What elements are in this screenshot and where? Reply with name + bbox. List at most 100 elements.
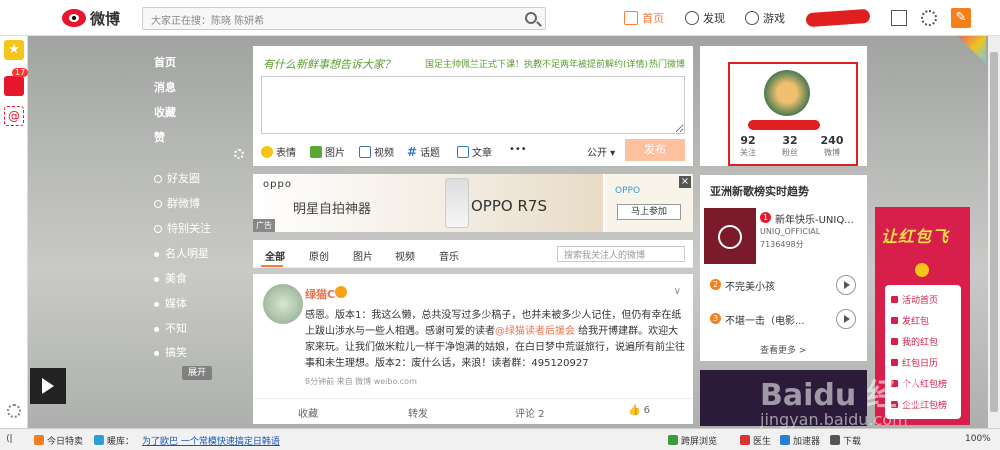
zoom-level[interactable]: 100%	[965, 434, 991, 444]
stat-fans[interactable]: 32 粉丝	[770, 134, 810, 158]
search-input[interactable]: 大家正在搜：陈晓 陈妍希	[142, 7, 546, 30]
search-icon[interactable]	[525, 12, 537, 24]
bullet-icon	[154, 301, 159, 307]
nav-discover[interactable]: 发现	[685, 9, 725, 27]
image-tool[interactable]: 图片	[310, 144, 345, 159]
leftnav-group-label: 搞笑	[165, 346, 187, 359]
repost-button[interactable]: 转发	[408, 405, 428, 420]
feed-search-placeholder: 搜索我关注人的微博	[564, 251, 646, 261]
rank-badge: 3	[710, 313, 721, 324]
hb-item-calendar[interactable]: 红包日历	[891, 356, 938, 369]
compose-edit-icon[interactable]: ✎	[951, 8, 971, 28]
ad-close-icon[interactable]: ×	[679, 176, 691, 188]
cube-icon	[94, 435, 104, 445]
stat-weibo[interactable]: 240 微博	[812, 134, 852, 158]
profile-name-redacted[interactable]	[748, 120, 820, 130]
tab-images[interactable]: 图片	[353, 248, 373, 263]
status-download[interactable]: 下载	[830, 434, 861, 447]
publish-textarea[interactable]	[261, 76, 685, 134]
status-label: 加速器	[793, 437, 821, 447]
leftnav-item-home[interactable]: 首页	[154, 54, 176, 70]
hot-news-link[interactable]: 国足主帅佩兰正式下课！执教不足两年被提前解约(详情)	[425, 57, 648, 70]
comment-button[interactable]: 评论 2	[515, 405, 545, 420]
weibo-app-icon[interactable]	[4, 76, 24, 96]
favorite-button[interactable]: 收藏	[298, 405, 318, 420]
album-cover-play-icon[interactable]	[704, 208, 756, 264]
post-menu-chevron-icon[interactable]: ∨	[674, 286, 681, 297]
leftnav-group-friends[interactable]: 好友圈	[154, 170, 200, 186]
status-tip: 暖库：	[94, 434, 134, 447]
favorites-star-icon[interactable]: ★	[4, 40, 24, 60]
nav-game[interactable]: 游戏	[745, 9, 785, 27]
tab-all[interactable]: 全部	[265, 248, 285, 263]
video-thumbnail[interactable]	[30, 368, 66, 404]
leftnav-item-favorites[interactable]: 收藏	[154, 104, 176, 120]
feed-tabs: 全部 原创 图片 视频 音乐 搜索我关注人的微博	[253, 240, 693, 268]
play-icon[interactable]	[836, 275, 856, 295]
hashtag-icon: #	[407, 144, 418, 159]
leftnav-group-media[interactable]: 媒体	[154, 295, 187, 311]
trend-song[interactable]: 不堪一击（电影...	[725, 312, 805, 327]
hb-item-mine[interactable]: 我的红包	[891, 335, 938, 348]
visibility-select[interactable]: 公开 ▾	[587, 144, 615, 159]
mention-at-icon[interactable]: @	[4, 106, 24, 126]
top-navigation-bar: 微博 大家正在搜：陈晓 陈妍希 首页 发现 游戏 ✎	[0, 0, 1000, 36]
leftnav-group-special[interactable]: 特别关注	[154, 220, 211, 236]
profile-avatar[interactable]	[764, 70, 810, 116]
leftnav-item-likes[interactable]: 赞	[154, 129, 165, 145]
left-navigation: 首页 消息 收藏 赞 好友圈 群微博 特别关注 名人明星 美食 媒体 不知 搞笑…	[142, 44, 252, 384]
status-doctor[interactable]: 医生	[740, 434, 771, 447]
trend-plays: 7136498分	[760, 240, 804, 249]
more-tools-button[interactable]: •••	[509, 144, 527, 155]
hb-item-home[interactable]: 活动首页	[891, 293, 938, 306]
trend-song[interactable]: 不完美小孩	[725, 278, 775, 293]
feed-search-input[interactable]: 搜索我关注人的微博	[557, 246, 685, 262]
leftnav-settings-icon[interactable]	[234, 149, 244, 159]
status-cross-screen[interactable]: 跨屏浏览	[668, 434, 717, 447]
trend-more-link[interactable]: 查看更多 >	[760, 343, 806, 356]
page-corner-skin-icon[interactable]	[958, 36, 986, 64]
leftnav-group-celebrity[interactable]: 名人明星	[154, 245, 209, 261]
post-mention-link[interactable]: @绿猫读者后援会	[495, 326, 575, 337]
hb-item-send[interactable]: 发红包	[891, 314, 929, 327]
oppo-ad-banner[interactable]: oppo 明星自拍神器 OPPO R7S 广告 OPPO 马上参加 ×	[253, 174, 693, 232]
settings-gear-icon[interactable]	[921, 10, 937, 26]
ad-creative[interactable]: oppo 明星自拍神器 OPPO R7S 广告	[253, 174, 603, 232]
status-promo-link[interactable]: 为了欧巴 一个常模快速搞定日韩语	[142, 434, 280, 447]
play-icon[interactable]	[836, 309, 856, 329]
leftnav-item-messages[interactable]: 消息	[154, 79, 176, 95]
topic-tool[interactable]: # 话题	[407, 144, 440, 160]
author-avatar[interactable]	[263, 284, 303, 324]
author-name[interactable]: 绿猫C	[305, 286, 335, 302]
leftnav-group-groups[interactable]: 群微博	[154, 195, 200, 211]
tab-music[interactable]: 音乐	[439, 248, 459, 263]
weibo-logo[interactable]: 微博	[62, 7, 152, 29]
leftnav-expand-button[interactable]: 展开	[182, 366, 212, 380]
ad-join-button[interactable]: 马上参加	[617, 204, 681, 220]
sidebar-toggle-icon[interactable]: ⟨|	[6, 434, 13, 444]
mail-icon[interactable]	[891, 10, 907, 26]
scrollbar-thumb[interactable]	[990, 52, 998, 412]
like-button[interactable]: 👍 6	[628, 405, 650, 416]
leftnav-group-funny[interactable]: 搞笑	[154, 344, 187, 360]
user-name-redacted[interactable]	[805, 8, 871, 28]
page-scrollbar[interactable]	[988, 36, 1000, 428]
video-tool[interactable]: 视频	[359, 144, 394, 159]
sidebar-settings-icon[interactable]	[7, 404, 21, 418]
leftnav-group-food[interactable]: 美食	[154, 270, 187, 286]
tab-original[interactable]: 原创	[309, 248, 329, 263]
hot-weibo-link[interactable]: 热门微博	[649, 57, 685, 70]
leftnav-group-unknown[interactable]: 不知	[154, 320, 187, 336]
stat-following[interactable]: 92 关注	[728, 134, 768, 158]
status-accelerator[interactable]: 加速器	[780, 434, 820, 447]
watermark-line1: Baidu 经验	[760, 378, 927, 413]
status-deals[interactable]: 今日特卖	[34, 434, 83, 447]
nav-home[interactable]: 首页	[624, 9, 664, 27]
trend-song[interactable]: 新年快乐-UNIQ...	[775, 211, 854, 226]
publish-button[interactable]: 发布	[625, 139, 685, 161]
article-tool[interactable]: 文章	[457, 144, 492, 159]
publish-box: 有什么新鲜事想告诉大家？ 国足主帅佩兰正式下课！执教不足两年被提前解约(详情) …	[253, 46, 693, 166]
red-envelope-title: 让红包飞	[881, 227, 950, 246]
emoji-tool[interactable]: 表情	[261, 144, 296, 159]
tab-videos[interactable]: 视频	[395, 248, 415, 263]
